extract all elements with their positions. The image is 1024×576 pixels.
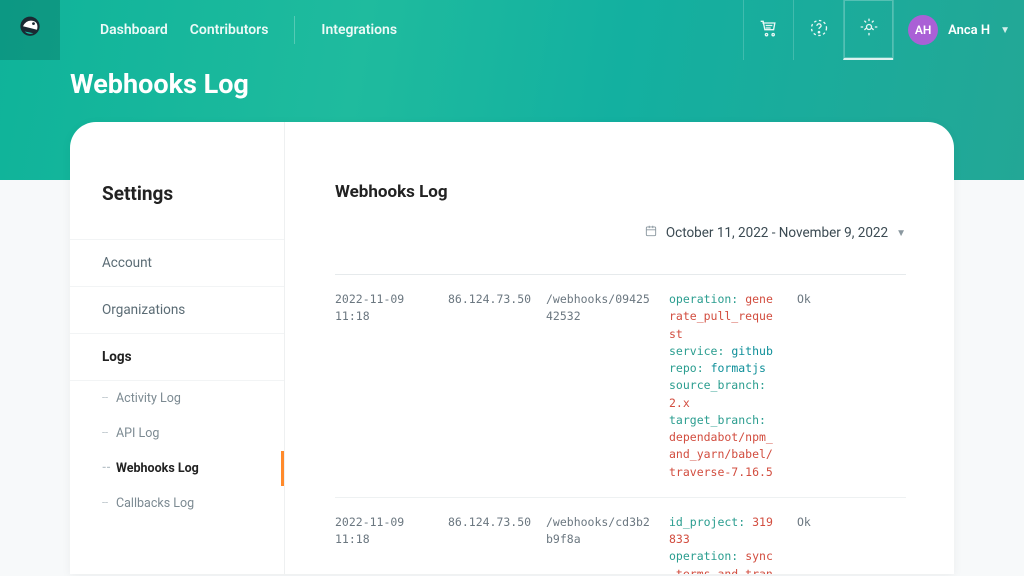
sidebar-sub-api-log[interactable]: API Log <box>70 416 284 451</box>
cell-status: Ok <box>797 291 827 481</box>
settings-sidebar: Settings Account Organizations Logs Acti… <box>70 122 285 574</box>
cell-payload: operation: generate_pull_request service… <box>669 291 779 481</box>
sidebar-title: Settings <box>70 182 284 239</box>
user-menu[interactable]: AH Anca H ▼ <box>893 0 1024 60</box>
cell-payload: id_project: 319833 operation: sync_terms… <box>669 514 779 574</box>
chevron-down-icon: ▼ <box>1000 25 1010 36</box>
help-button[interactable] <box>793 0 843 60</box>
cell-ip: 86.124.73.50 <box>448 291 528 481</box>
main-panel: Webhooks Log October 11, 2022 - November… <box>285 122 954 574</box>
avatar: AH <box>908 15 938 45</box>
sidebar-sub-activity-log[interactable]: Activity Log <box>70 381 284 416</box>
app-logo[interactable] <box>0 0 60 60</box>
cell-ip: 86.124.73.50 <box>448 514 528 574</box>
sidebar-sub-callbacks-log[interactable]: Callbacks Log <box>70 486 284 521</box>
nav-integrations[interactable]: Integrations <box>321 22 397 38</box>
top-nav: Dashboard Contributors Integrations <box>100 16 397 44</box>
nav-separator <box>294 16 295 44</box>
page-title: Webhooks Log <box>70 68 954 100</box>
sidebar-item-account[interactable]: Account <box>70 239 284 287</box>
cell-url: /webhooks/0942542532 <box>546 291 651 481</box>
nav-contributors[interactable]: Contributors <box>190 22 269 38</box>
cart-button[interactable] <box>743 0 793 60</box>
chevron-down-icon: ▼ <box>896 228 906 239</box>
gear-icon <box>859 17 879 41</box>
table-row: 2022-11-09 11:18 86.124.73.50 /webhooks/… <box>335 498 906 574</box>
parrot-icon <box>16 14 44 46</box>
sidebar-item-organizations[interactable]: Organizations <box>70 287 284 334</box>
settings-button[interactable] <box>843 0 893 60</box>
sidebar-sub-webhooks-log[interactable]: Webhooks Log <box>70 451 284 486</box>
page-title-wrap: Webhooks Log <box>0 60 1024 122</box>
topbar: Dashboard Contributors Integrations AH A… <box>0 0 1024 60</box>
help-icon <box>809 18 829 42</box>
content-card: Settings Account Organizations Logs Acti… <box>70 122 954 574</box>
user-name: Anca H <box>948 23 990 38</box>
cell-url: /webhooks/cd3b2b9f8a <box>546 514 651 574</box>
cell-status: Ok <box>797 514 827 574</box>
sidebar-item-logs[interactable]: Logs <box>70 334 284 381</box>
cart-icon <box>759 18 779 42</box>
main-title: Webhooks Log <box>335 182 906 202</box>
calendar-icon <box>644 224 658 242</box>
date-range-picker[interactable]: October 11, 2022 - November 9, 2022 ▼ <box>335 224 906 242</box>
table-row: 2022-11-09 11:18 86.124.73.50 /webhooks/… <box>335 275 906 498</box>
topbar-right: AH Anca H ▼ <box>743 0 1024 60</box>
nav-dashboard[interactable]: Dashboard <box>100 22 168 38</box>
date-range-text: October 11, 2022 - November 9, 2022 <box>666 225 888 241</box>
cell-timestamp: 2022-11-09 11:18 <box>335 291 430 481</box>
log-table: 2022-11-09 11:18 86.124.73.50 /webhooks/… <box>335 274 906 574</box>
cell-timestamp: 2022-11-09 11:18 <box>335 514 430 574</box>
